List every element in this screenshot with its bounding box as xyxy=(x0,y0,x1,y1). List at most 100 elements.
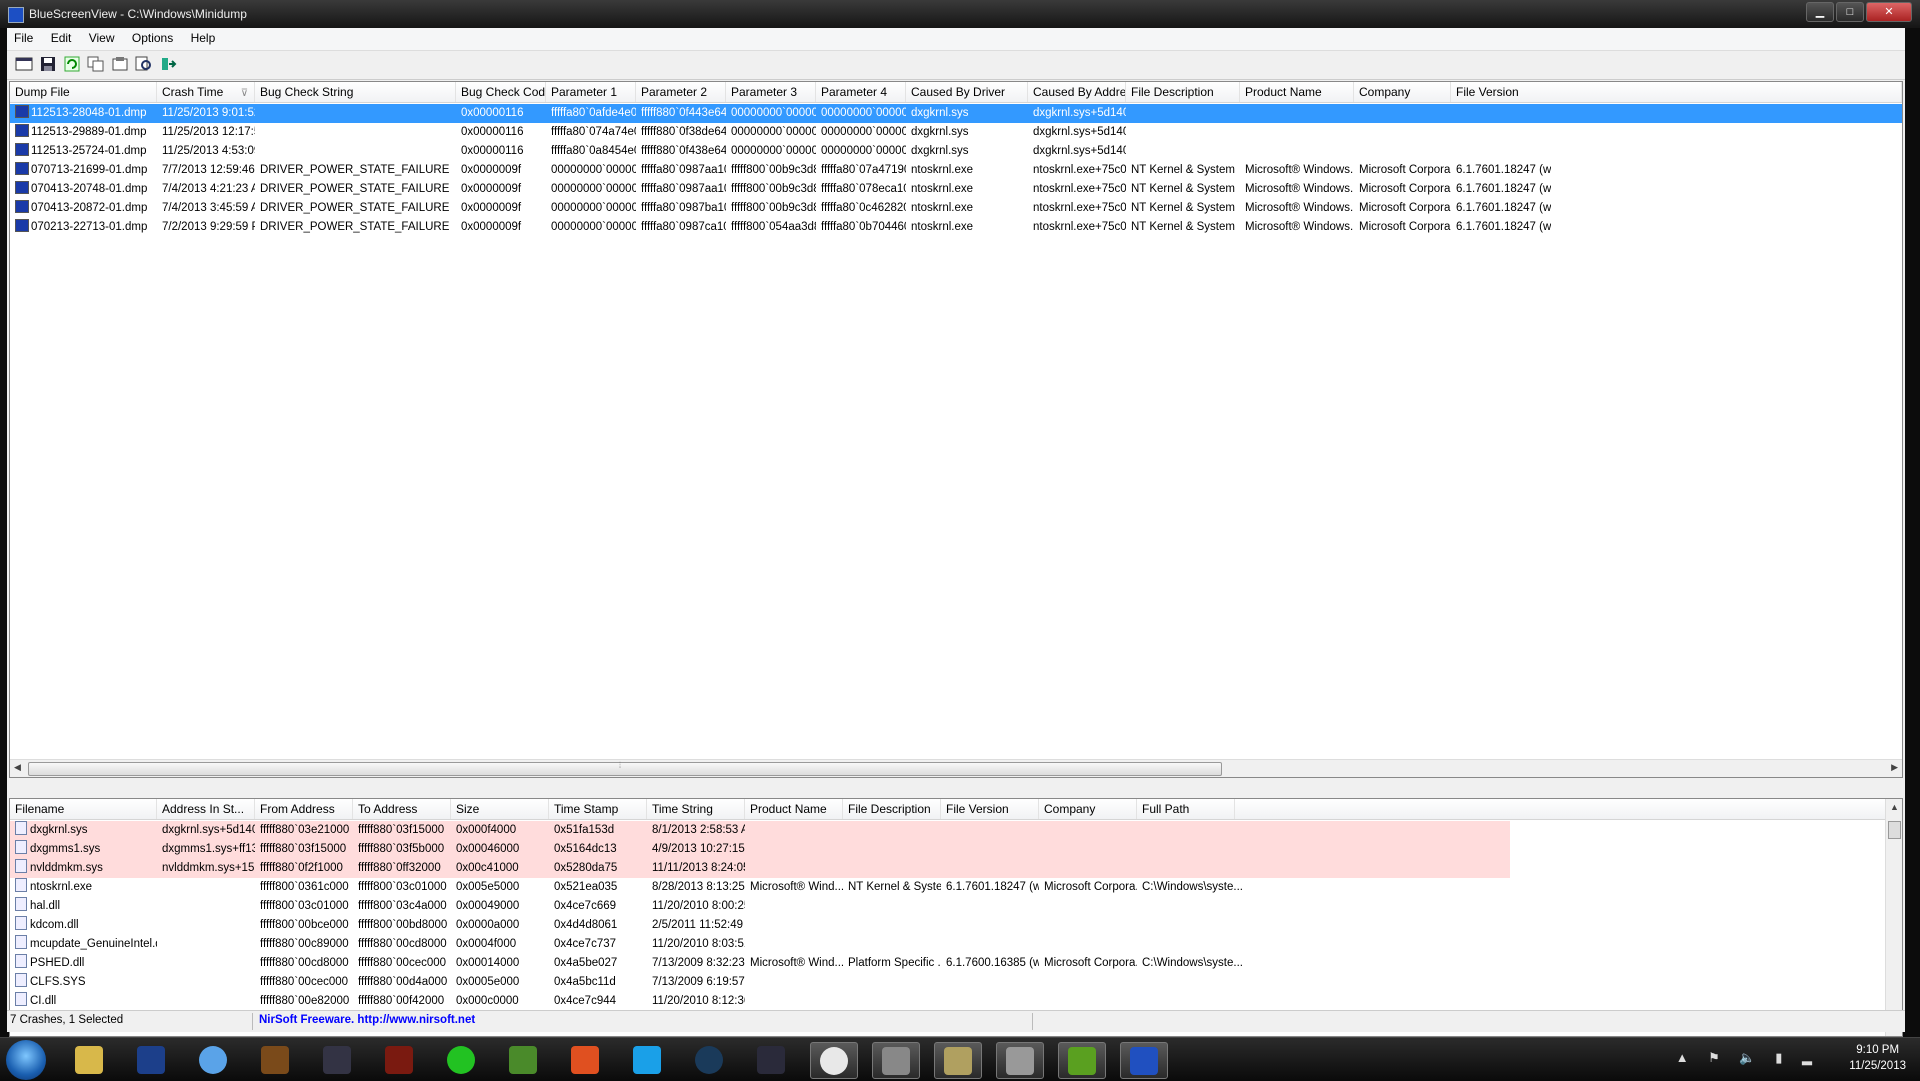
cell-company xyxy=(1354,123,1451,142)
cell-to-address: fffff880`00cec000 xyxy=(353,954,451,973)
col-product-name[interactable]: Product Name xyxy=(745,799,843,819)
col-time-string[interactable]: Time String xyxy=(647,799,745,819)
col-crash-time[interactable]: Crash Time ⊽ xyxy=(157,82,255,102)
col-to-address[interactable]: To Address xyxy=(353,799,451,819)
diablo-icon[interactable] xyxy=(376,1042,422,1077)
minecraft-icon[interactable] xyxy=(500,1042,546,1077)
crash-row[interactable]: 112513-29889-01.dmp 11/25/2013 12:17:5...… xyxy=(10,123,1902,142)
module-list-vscroll[interactable]: ▲ ▼ xyxy=(1885,799,1902,1036)
cell-text: dxgkrnl.sys+5d140 xyxy=(162,824,255,836)
col-full-path[interactable]: Full Path xyxy=(1137,799,1235,819)
module-row[interactable]: nvlddmkm.sys nvlddmkm.sys+15... fffff880`0… xyxy=(10,859,1902,878)
system-tray[interactable]: ▲ ⚑ 🔈 ▮ ▂ xyxy=(1676,1050,1820,1066)
glyph xyxy=(882,1046,910,1075)
tool-icon[interactable] xyxy=(996,1042,1044,1079)
col-filename[interactable]: Filename xyxy=(10,799,157,819)
col-file-description[interactable]: File Description xyxy=(1126,82,1240,102)
scroll-up-icon[interactable]: ▲ xyxy=(1890,802,1899,812)
explorer-icon[interactable] xyxy=(66,1042,112,1077)
module-row[interactable]: CI.dll fffff880`00e82000 fffff880`00f42000… xyxy=(10,992,1902,1011)
scroll-left-icon[interactable]: ◀ xyxy=(14,762,21,773)
module-row[interactable]: hal.dll fffff800`03c01000 fffff800`03c4a00… xyxy=(10,897,1902,916)
col-time-stamp[interactable]: Time Stamp xyxy=(549,799,647,819)
col-file-version[interactable]: File Version xyxy=(1451,82,1902,102)
col-dump-file[interactable]: Dump File xyxy=(10,82,157,102)
crash-row[interactable]: 112513-25724-01.dmp 11/25/2013 4:53:09...… xyxy=(10,142,1902,161)
col-company[interactable]: Company xyxy=(1039,799,1137,819)
headset-icon[interactable] xyxy=(872,1042,920,1079)
minimize-button[interactable]: ▁ xyxy=(1806,2,1834,22)
crash-row[interactable]: 070413-20872-01.dmp 7/4/2013 3:45:59 AM DR… xyxy=(10,199,1902,218)
advanced-options-icon[interactable] xyxy=(15,56,33,72)
menu-file[interactable]: File xyxy=(7,28,40,45)
cell-time-stamp: 0x4ce7c944 xyxy=(549,992,647,1011)
col-parameter-4[interactable]: Parameter 4 xyxy=(816,82,906,102)
menu-view[interactable]: View xyxy=(82,28,122,45)
col-company[interactable]: Company xyxy=(1354,82,1451,102)
crash-row[interactable]: 112513-28048-01.dmp 11/25/2013 9:01:52...… xyxy=(10,104,1902,123)
cell-text: 070713-21699-01.dmp xyxy=(31,164,148,176)
lightroom-icon[interactable] xyxy=(748,1042,794,1077)
module-row[interactable]: dxgmms1.sys dxgmms1.sys+ff13 fffff880`03f1… xyxy=(10,840,1902,859)
col-address-in-stack[interactable]: Address In St... / xyxy=(157,799,255,819)
col-from-address[interactable]: From Address xyxy=(255,799,353,819)
crash-list-hscroll[interactable]: ◀ ⦙ ▶ xyxy=(10,759,1902,777)
menu-edit[interactable]: Edit xyxy=(44,28,79,45)
col-caused-by-driver[interactable]: Caused By Driver xyxy=(906,82,1028,102)
clock[interactable]: 9:10 PM 11/25/2013 xyxy=(1849,1042,1906,1074)
find-icon[interactable] xyxy=(135,56,153,72)
col-parameter-3[interactable]: Parameter 3 xyxy=(726,82,816,102)
col-bug-check-code[interactable]: Bug Check Code xyxy=(456,82,546,102)
col-caused-by-address[interactable]: Caused By Address xyxy=(1028,82,1126,102)
refresh-icon[interactable] xyxy=(63,56,81,72)
module-row[interactable]: kdcom.dll fffff800`00bce000 fffff800`00bd8… xyxy=(10,916,1902,935)
col-product-name[interactable]: Product Name xyxy=(1240,82,1354,102)
skype-icon[interactable] xyxy=(624,1042,670,1077)
steam-icon[interactable] xyxy=(686,1042,732,1077)
bluescreenview-icon[interactable] xyxy=(1120,1042,1168,1079)
chrome-icon[interactable] xyxy=(810,1042,858,1079)
league-of-legends-icon[interactable] xyxy=(128,1042,174,1077)
col-parameter-2[interactable]: Parameter 2 xyxy=(636,82,726,102)
col-file-description[interactable]: File Description xyxy=(843,799,941,819)
col-file-version[interactable]: File Version xyxy=(941,799,1039,819)
col-parameter-1[interactable]: Parameter 1 xyxy=(546,82,636,102)
module-row[interactable]: dxgkrnl.sys dxgkrnl.sys+5d140 fffff880`03e… xyxy=(10,821,1902,840)
cell-parameter-3: fffff800`00b9c3d8 xyxy=(726,180,816,199)
scroll-right-icon[interactable]: ▶ xyxy=(1891,762,1898,773)
itunes-icon[interactable] xyxy=(190,1042,236,1077)
nirsoft-link[interactable]: NirSoft Freeware. http://www.nirsoft.net xyxy=(259,1014,475,1026)
title-bar: BlueScreenView - C:\Windows\Minidump ▁ □… xyxy=(0,0,1920,28)
exit-icon[interactable] xyxy=(159,56,177,72)
cell-text: hal.dll xyxy=(30,900,61,912)
maximize-button[interactable]: □ xyxy=(1836,2,1864,22)
nvidia-icon[interactable] xyxy=(1058,1042,1106,1079)
origin-icon[interactable] xyxy=(562,1042,608,1077)
crash-row[interactable]: 070713-21699-01.dmp 7/7/2013 12:59:46 ...… xyxy=(10,161,1902,180)
module-row[interactable]: CLFS.SYS fffff880`00cec000 fffff880`00d4a0… xyxy=(10,973,1902,992)
crash-list[interactable]: Dump File Crash Time ⊽ Bug Check String … xyxy=(9,81,1903,778)
world-of-warcraft-icon[interactable] xyxy=(252,1042,298,1077)
copy-icon[interactable] xyxy=(87,56,105,72)
module-row[interactable]: ntoskrnl.exe fffff800`0361c000 fffff800`03… xyxy=(10,878,1902,897)
cell-text: NT Kernel & System xyxy=(1131,221,1235,233)
module-row[interactable]: PSHED.dll fffff880`00cd8000 fffff880`00cec… xyxy=(10,954,1902,973)
cell-product-name xyxy=(1240,123,1354,142)
mail-icon[interactable] xyxy=(934,1042,982,1079)
module-list[interactable]: Filename Address In St... / From Address… xyxy=(9,798,1903,1037)
menu-help[interactable]: Help xyxy=(184,28,223,45)
crash-row[interactable]: 070413-20748-01.dmp 7/4/2013 4:21:23 AM DR… xyxy=(10,180,1902,199)
save-icon[interactable] xyxy=(39,56,57,72)
col-bug-check-string[interactable]: Bug Check String xyxy=(255,82,456,102)
scroll-thumb[interactable]: ⦙ xyxy=(28,760,1222,776)
crash-row[interactable]: 070213-22713-01.dmp 7/2/2013 9:29:59 PM DR… xyxy=(10,218,1902,237)
col-size[interactable]: Size xyxy=(451,799,549,819)
properties-icon[interactable] xyxy=(111,56,129,72)
starcraft-icon[interactable] xyxy=(314,1042,360,1077)
scroll-thumb[interactable] xyxy=(1888,821,1901,839)
close-button[interactable]: ✕ xyxy=(1866,2,1912,22)
menu-options[interactable]: Options xyxy=(125,28,180,45)
razer-icon[interactable] xyxy=(438,1042,484,1077)
module-row[interactable]: mcupdate_GenuineIntel.dll fffff880`00c890… xyxy=(10,935,1902,954)
start-button[interactable] xyxy=(6,1040,46,1080)
